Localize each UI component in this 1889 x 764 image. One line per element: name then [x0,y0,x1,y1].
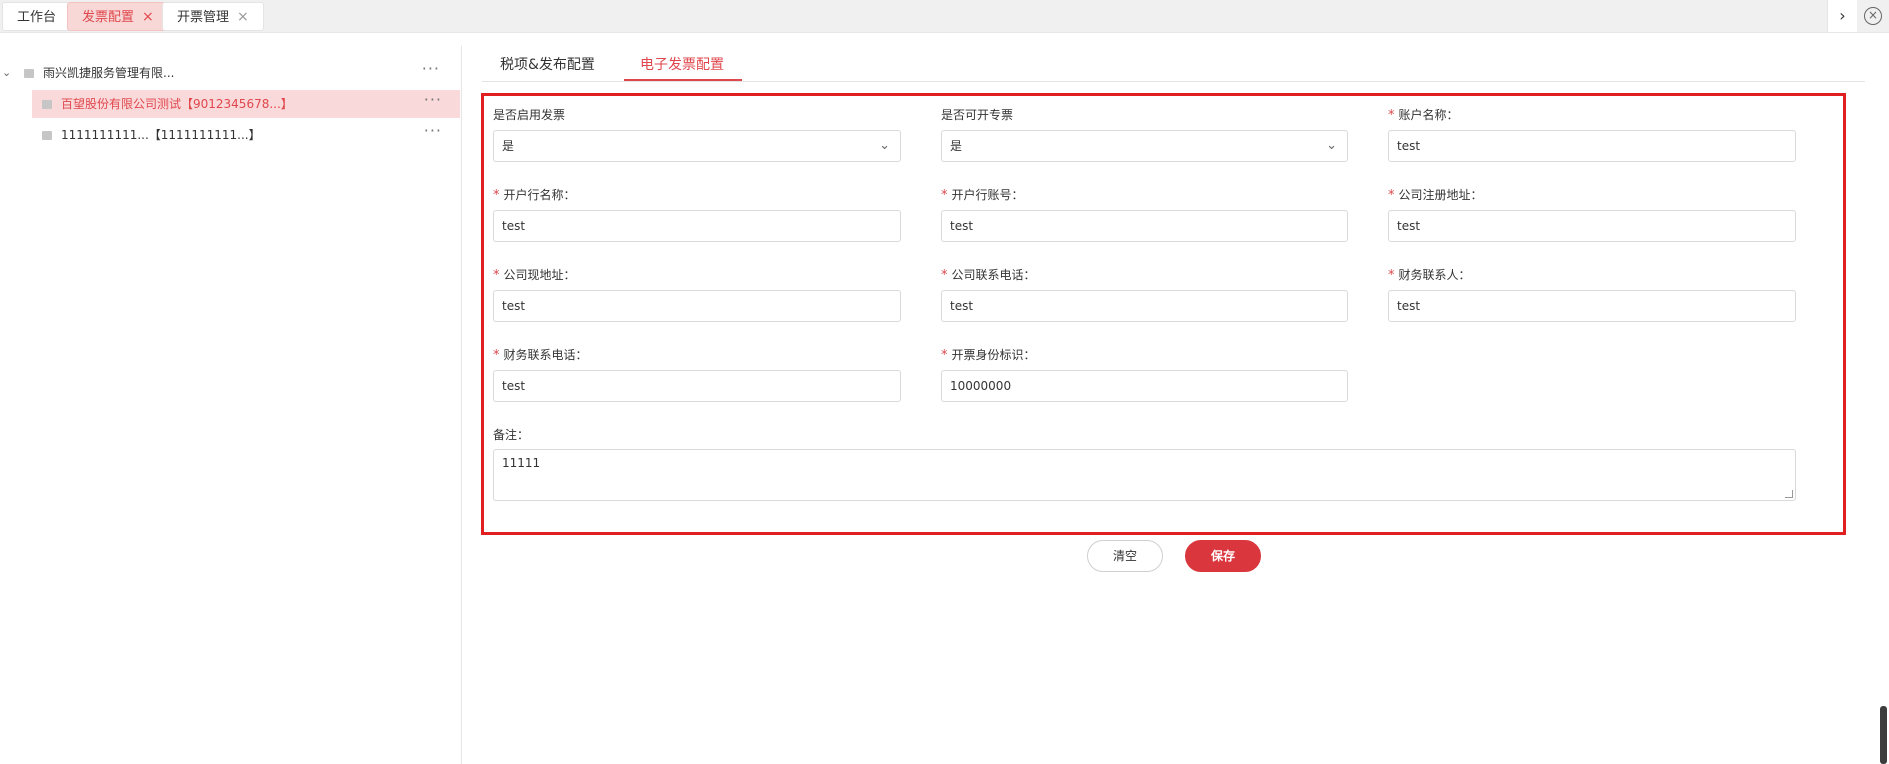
tree-node-label: 百望股份有限公司测试【9012345678...】 [61,97,293,111]
more-icon[interactable]: ··· [424,86,442,114]
tab-tax-publish-config[interactable]: 税项&发布配置 [500,54,595,82]
reg-address-input[interactable]: test [1388,210,1796,242]
finance-phone-input[interactable]: test [493,370,901,402]
close-all-icon[interactable]: × [1864,7,1882,25]
scrollbar[interactable] [1879,36,1887,764]
tab-invoice-management[interactable]: 开票管理 × [162,2,264,31]
remark-value: 11111 [502,456,541,470]
chevron-down-icon: ⌄ [1326,138,1337,153]
required-mark: * [941,188,948,203]
company-phone-label: * 公司联系电话： [941,268,1036,283]
finance-phone-label: * 财务联系电话： [493,348,588,363]
folder-icon [24,69,34,78]
remark-label: 备注： [493,428,530,442]
resize-handle-icon[interactable] [1785,490,1793,498]
issuer-id-input[interactable]: 10000000 [941,370,1348,402]
bank-account-input[interactable]: test [941,210,1348,242]
more-icon[interactable]: ··· [422,55,440,83]
account-name-input[interactable]: test [1388,130,1796,162]
active-tab-indicator [624,79,742,81]
scrollbar-thumb[interactable] [1880,706,1887,764]
cur-address-label: * 公司现地址： [493,268,576,283]
special-invoice-label: 是否可开专票 [941,108,1014,122]
company-phone-input[interactable]: test [941,290,1348,322]
required-mark: * [1388,108,1395,123]
account-name-label: * 账户名称： [1388,108,1459,123]
remark-textarea[interactable]: 11111 [493,449,1796,501]
tree-node-label: 雨兴凯捷服务管理有限... [43,66,175,80]
tree-node-selected[interactable]: 百望股份有限公司测试【9012345678...】 ··· [32,90,460,118]
tab-label: 工作台 [17,10,57,25]
reg-address-label: * 公司注册地址： [1388,188,1483,203]
bank-name-input[interactable]: test [493,210,901,242]
tab-invoice-config[interactable]: 发票配置 × [67,2,169,31]
tab-e-invoice-config[interactable]: 电子发票配置 [640,54,724,82]
required-mark: * [1388,268,1395,283]
org-tree-sidebar: ⌄ 雨兴凯捷服务管理有限... ··· 百望股份有限公司测试【901234567… [0,46,462,764]
bank-name-label: * 开户行名称： [493,188,576,203]
enable-invoice-label: 是否启用发票 [493,108,566,122]
select-value: 是 [502,139,515,153]
folder-icon [42,131,52,140]
required-mark: * [493,268,500,283]
finance-contact-input[interactable]: test [1388,290,1796,322]
folder-icon [42,100,52,109]
required-mark: * [941,268,948,283]
close-icon[interactable]: × [237,9,249,25]
special-invoice-select[interactable]: 是 ⌄ [941,130,1348,162]
chevron-down-icon[interactable]: ⌄ [2,59,11,87]
top-tab-bar: 工作台 发票配置 × 开票管理 × › × [0,0,1889,33]
config-tabs: 税项&发布配置 电子发票配置 [482,46,1865,82]
bank-account-label: * 开户行账号： [941,188,1024,203]
chevron-down-icon: ⌄ [879,138,890,153]
required-mark: * [493,348,500,363]
tree-node-label: 1111111111...【1111111111...】 [61,128,261,142]
required-mark: * [941,348,948,363]
enable-invoice-select[interactable]: 是 ⌄ [493,130,901,162]
tab-label: 开票管理 [177,10,230,25]
tab-workbench[interactable]: 工作台 [2,2,72,31]
more-icon[interactable]: ··· [424,117,442,145]
select-value: 是 [950,139,963,153]
close-icon[interactable]: × [142,9,154,25]
cur-address-input[interactable]: test [493,290,901,322]
required-mark: * [493,188,500,203]
required-mark: * [1388,188,1395,203]
tab-label: 发票配置 [82,10,135,25]
chevron-right-icon[interactable]: › [1827,0,1857,32]
issuer-id-label: * 开票身份标识： [941,348,1036,363]
clear-button[interactable]: 清空 [1087,540,1163,572]
finance-contact-label: * 财务联系人： [1388,268,1471,283]
tree-node-root[interactable]: ⌄ 雨兴凯捷服务管理有限... ··· [0,59,462,87]
tree-node[interactable]: 1111111111...【1111111111...】 ··· [32,121,460,149]
save-button[interactable]: 保存 [1185,540,1261,572]
